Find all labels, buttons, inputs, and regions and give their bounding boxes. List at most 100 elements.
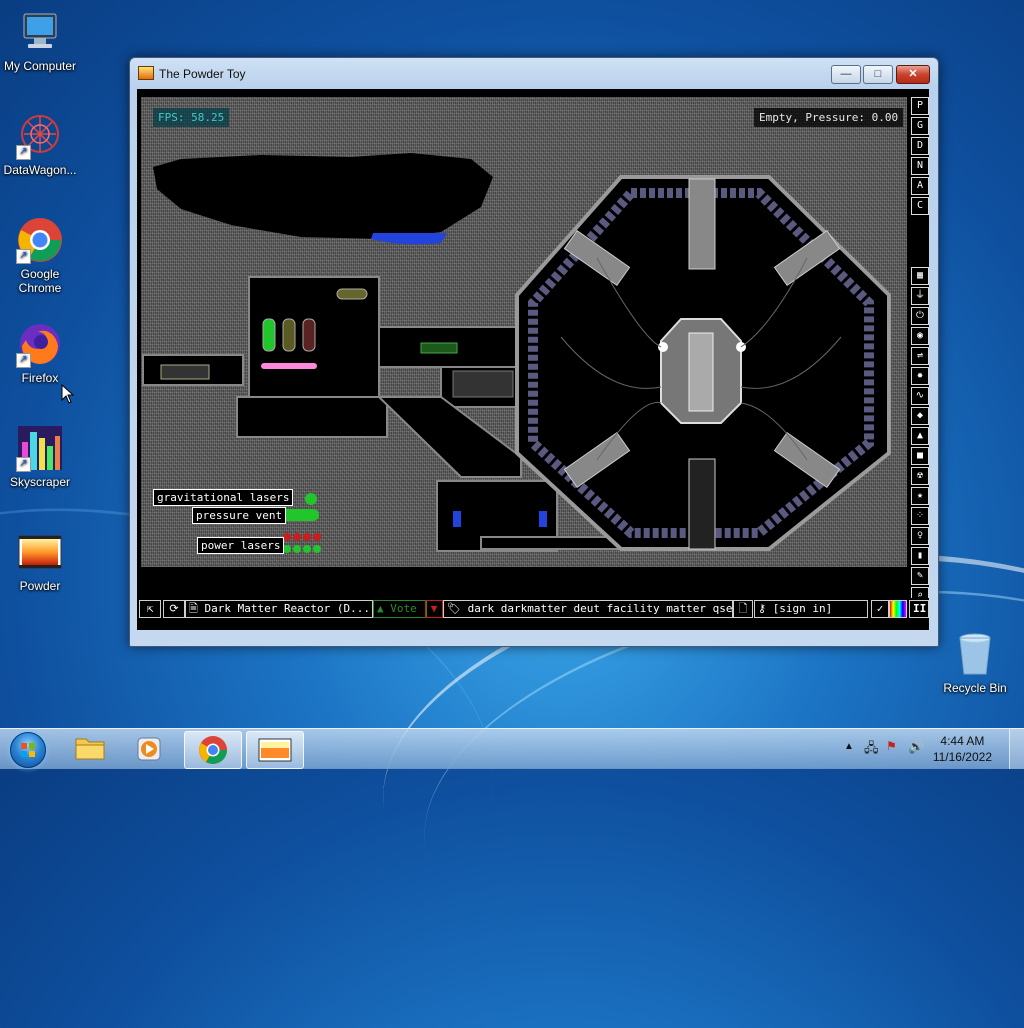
tag-icon: 🏷	[447, 602, 468, 615]
windows-logo-icon	[10, 732, 46, 768]
desktop-icon-skyscraper[interactable]: ↗ Skyscraper	[0, 424, 80, 489]
sign-in-button[interactable]: ⚷ [sign in]	[754, 600, 868, 618]
new-simulation-button[interactable]: 🗋	[733, 600, 753, 618]
skyscraper-icon: ↗	[16, 424, 64, 472]
shortcut-arrow-icon: ↗	[16, 145, 31, 160]
mode-button-c[interactable]: C	[911, 197, 929, 215]
powder-toy-icon	[258, 738, 292, 762]
window-titlebar[interactable]: The Powder Toy — □ ✕	[130, 58, 938, 88]
desktop-icon-label: DataWagon...	[3, 163, 77, 177]
electronics-icon[interactable]: ⏚	[911, 287, 929, 305]
taskbar-explorer[interactable]	[62, 731, 118, 767]
mode-button-a[interactable]: A	[911, 177, 929, 195]
datawagon-icon: ↗	[16, 112, 64, 160]
desktop-icon-datawagon[interactable]: ↗ DataWagon...	[0, 112, 80, 177]
game-area: gravitational lasers pressure vent power…	[137, 89, 929, 630]
vote-down-button[interactable]: ▼	[425, 600, 443, 618]
media-player-icon	[137, 737, 161, 761]
computer-icon	[16, 8, 64, 56]
thumb-down-icon: ▼	[430, 602, 438, 615]
mode-button-n[interactable]: N	[911, 157, 929, 175]
force-icon[interactable]: ⇌	[911, 347, 929, 365]
start-button[interactable]	[4, 730, 50, 768]
show-desktop-button[interactable]	[1009, 729, 1024, 769]
key-icon: ⚷	[758, 602, 773, 615]
pressure-readout: Empty, Pressure: 0.00	[754, 108, 904, 127]
taskbar: ▲ 🖧 ⚑ 🔊 4:44 AM 11/16/2022	[0, 728, 1024, 769]
save-name-field[interactable]: 🗎 Dark Matter Reactor (D...	[185, 600, 373, 618]
open-save-button[interactable]: ⇱	[139, 600, 161, 618]
settings-button[interactable]: ✓	[871, 600, 889, 618]
desktop-icon-google-chrome[interactable]: ↗ Google Chrome	[0, 216, 80, 295]
mode-button-p[interactable]: P	[911, 97, 929, 115]
vote-label: Vote	[390, 602, 417, 615]
radioactive-icon[interactable]: ☢	[911, 467, 929, 485]
taskbar-chrome[interactable]	[184, 731, 242, 769]
explosives-icon[interactable]: ✸	[911, 367, 929, 385]
desktop-icon-label: Recycle Bin	[943, 681, 1007, 695]
pressure-vent-label: pressure vent	[192, 507, 287, 524]
gases-icon[interactable]: ∿	[911, 387, 929, 405]
desktop-icon-label: Powder	[19, 579, 61, 593]
special-icon[interactable]: ★	[911, 487, 929, 505]
mode-button-g[interactable]: G	[911, 117, 929, 135]
vote-up-button[interactable]: ▲ Vote	[373, 600, 427, 618]
bottom-bar: ⇱ ⟳ 🗎 Dark Matter Reactor (D... ▲ Vote ▼…	[137, 598, 929, 620]
desktop-icon-my-computer[interactable]: My Computer	[0, 8, 80, 73]
network-icon[interactable]: 🖧	[864, 739, 879, 761]
desktop-icon-recycle-bin[interactable]: Recycle Bin	[935, 630, 1015, 695]
power-icon[interactable]: ⏻	[911, 307, 929, 325]
clock-date: 11/16/2022	[932, 750, 992, 764]
powders-icon[interactable]: ▲	[911, 427, 929, 445]
checkmark-icon: ✓	[876, 602, 884, 615]
close-button[interactable]: ✕	[896, 65, 930, 84]
walls-icon[interactable]: ▦	[911, 267, 929, 285]
recycle-bin-icon	[951, 630, 999, 678]
taskbar-powder-toy[interactable]	[246, 731, 304, 769]
desktop-icon-firefox[interactable]: ↗ Firefox	[0, 320, 80, 385]
clock-time: 4:44 AM	[940, 734, 985, 748]
mode-button-d[interactable]: D	[911, 137, 929, 155]
sensor-icon[interactable]: ◉	[911, 327, 929, 345]
shortcut-arrow-icon: ↗	[16, 457, 31, 472]
minimize-button[interactable]: —	[831, 65, 861, 84]
shortcut-arrow-icon: ↗	[16, 353, 31, 368]
mouse-cursor-icon	[61, 384, 75, 404]
reload-button[interactable]: ⟳	[163, 600, 185, 618]
maximize-button[interactable]: □	[863, 65, 893, 84]
favorite-icon[interactable]: ▮	[911, 547, 929, 565]
desktop-icon-label: Skyscraper	[9, 475, 71, 489]
new-file-icon: 🗋	[738, 602, 748, 615]
window-title: The Powder Toy	[159, 67, 246, 81]
tags-field[interactable]: 🏷 dark darkmatter deut facility matter q…	[443, 600, 733, 618]
thumb-up-icon: ▲	[377, 602, 391, 615]
liquids-icon[interactable]: ◆	[911, 407, 929, 425]
save-file-icon: 🗎	[189, 602, 205, 615]
taskbar-media-player[interactable]	[122, 731, 178, 767]
tools-icon[interactable]: ♀	[911, 527, 929, 545]
powder-toy-icon	[16, 528, 64, 576]
app-icon	[138, 66, 154, 80]
fps-counter: FPS: 58.25	[153, 108, 230, 127]
gravitational-lasers-label: gravitational lasers	[153, 489, 294, 506]
tags-text: dark darkmatter deut facility matter qse…	[467, 602, 733, 615]
show-hidden-icons-icon[interactable]: ▲	[844, 741, 854, 752]
chrome-icon: ↗	[16, 216, 64, 264]
desktop-icon-label: Google Chrome	[18, 267, 62, 295]
decoration-icon[interactable]: ✎	[911, 567, 929, 585]
folder-icon	[75, 738, 105, 760]
action-center-icon[interactable]: ⚑	[886, 739, 897, 753]
shortcut-arrow-icon: ↗	[16, 249, 31, 264]
life-icon[interactable]: ⁘	[911, 507, 929, 525]
pause-button[interactable]: II	[909, 600, 929, 618]
solids-icon[interactable]: ■	[911, 447, 929, 465]
system-tray: ▲ 🖧 ⚑ 🔊 4:44 AM 11/16/2022	[834, 729, 1024, 769]
power-lasers-label: power lasers	[197, 537, 285, 554]
simulation-canvas[interactable]: gravitational lasers pressure vent power…	[141, 97, 907, 567]
chrome-icon	[199, 736, 227, 764]
save-name-text: Dark Matter Reactor (D...	[204, 602, 371, 615]
clock[interactable]: 4:44 AM 11/16/2022	[933, 733, 992, 765]
desktop-icon-powder[interactable]: Powder	[0, 528, 80, 593]
render-options-button[interactable]	[889, 600, 907, 618]
volume-icon[interactable]: 🔊	[908, 739, 924, 755]
